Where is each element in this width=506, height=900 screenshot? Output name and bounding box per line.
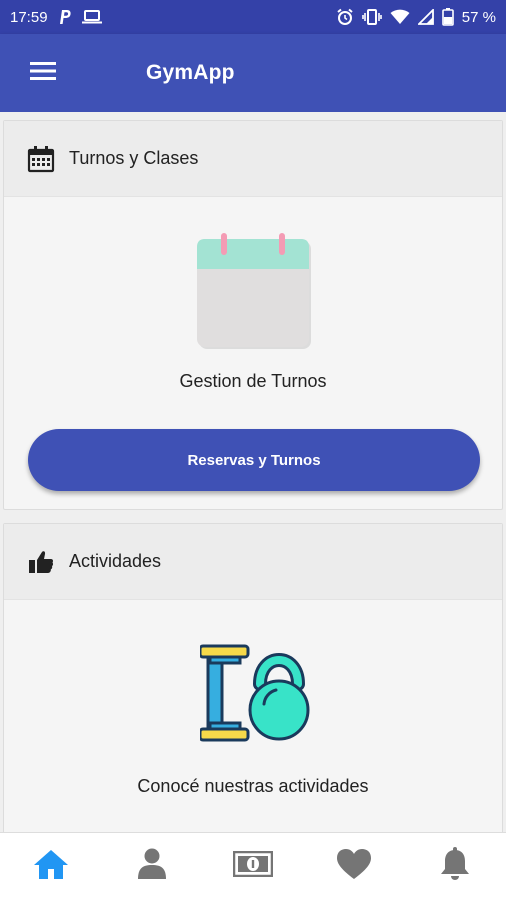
bell-icon [440, 847, 470, 886]
card-title: Actividades [69, 551, 162, 571]
laptop-icon [81, 9, 102, 25]
thumbs-up-icon [26, 547, 56, 577]
vibrate-icon [361, 8, 382, 26]
status-bar: 17:59 57 % [0, 0, 506, 34]
money-icon [232, 850, 274, 882]
main-content[interactable]: Turnos y Clases Gestion de Turnos Reserv… [0, 112, 506, 832]
card-caption: Gestion de Turnos [179, 371, 327, 391]
card-body: Gestion de Turnos Reservas y Turnos [4, 197, 502, 509]
heart-icon [336, 848, 372, 885]
status-time: 17:59 [10, 8, 48, 26]
nav-payments[interactable] [202, 833, 303, 900]
battery-icon [441, 8, 454, 26]
calendar-illustration [197, 233, 311, 349]
wifi-icon [390, 9, 410, 25]
reservas-turnos-button[interactable]: Reservas y Turnos [28, 429, 480, 491]
battery-percent: 57 % [461, 8, 496, 26]
alarm-icon [336, 8, 354, 26]
card-actividades: Actividades Conocé nuestras actividades [3, 523, 503, 832]
card-header: Actividades [4, 524, 502, 600]
dumbbell-kettlebell-illustration [200, 644, 310, 742]
signal-icon [417, 9, 434, 25]
card-header: Turnos y Clases [4, 121, 502, 197]
parking-p-icon [58, 9, 72, 25]
app-screen: 17:59 57 % GymApp Turnos y Clases Gestio… [0, 0, 506, 900]
calendar-icon [26, 144, 56, 174]
menu-button[interactable] [0, 34, 86, 112]
bottom-nav [0, 832, 506, 900]
app-title: GymApp [146, 61, 235, 84]
nav-favorites[interactable] [304, 833, 405, 900]
card-title: Turnos y Clases [69, 148, 199, 168]
app-bar: GymApp [0, 34, 506, 112]
nav-home[interactable] [0, 833, 101, 900]
home-icon [33, 848, 69, 885]
card-turnos-clases: Turnos y Clases Gestion de Turnos Reserv… [3, 120, 503, 510]
hamburger-menu-icon [30, 61, 56, 85]
user-icon [137, 848, 167, 885]
card-body: Conocé nuestras actividades [4, 600, 502, 832]
nav-notifications[interactable] [405, 833, 506, 900]
nav-profile[interactable] [101, 833, 202, 900]
card-caption: Conocé nuestras actividades [137, 776, 369, 796]
